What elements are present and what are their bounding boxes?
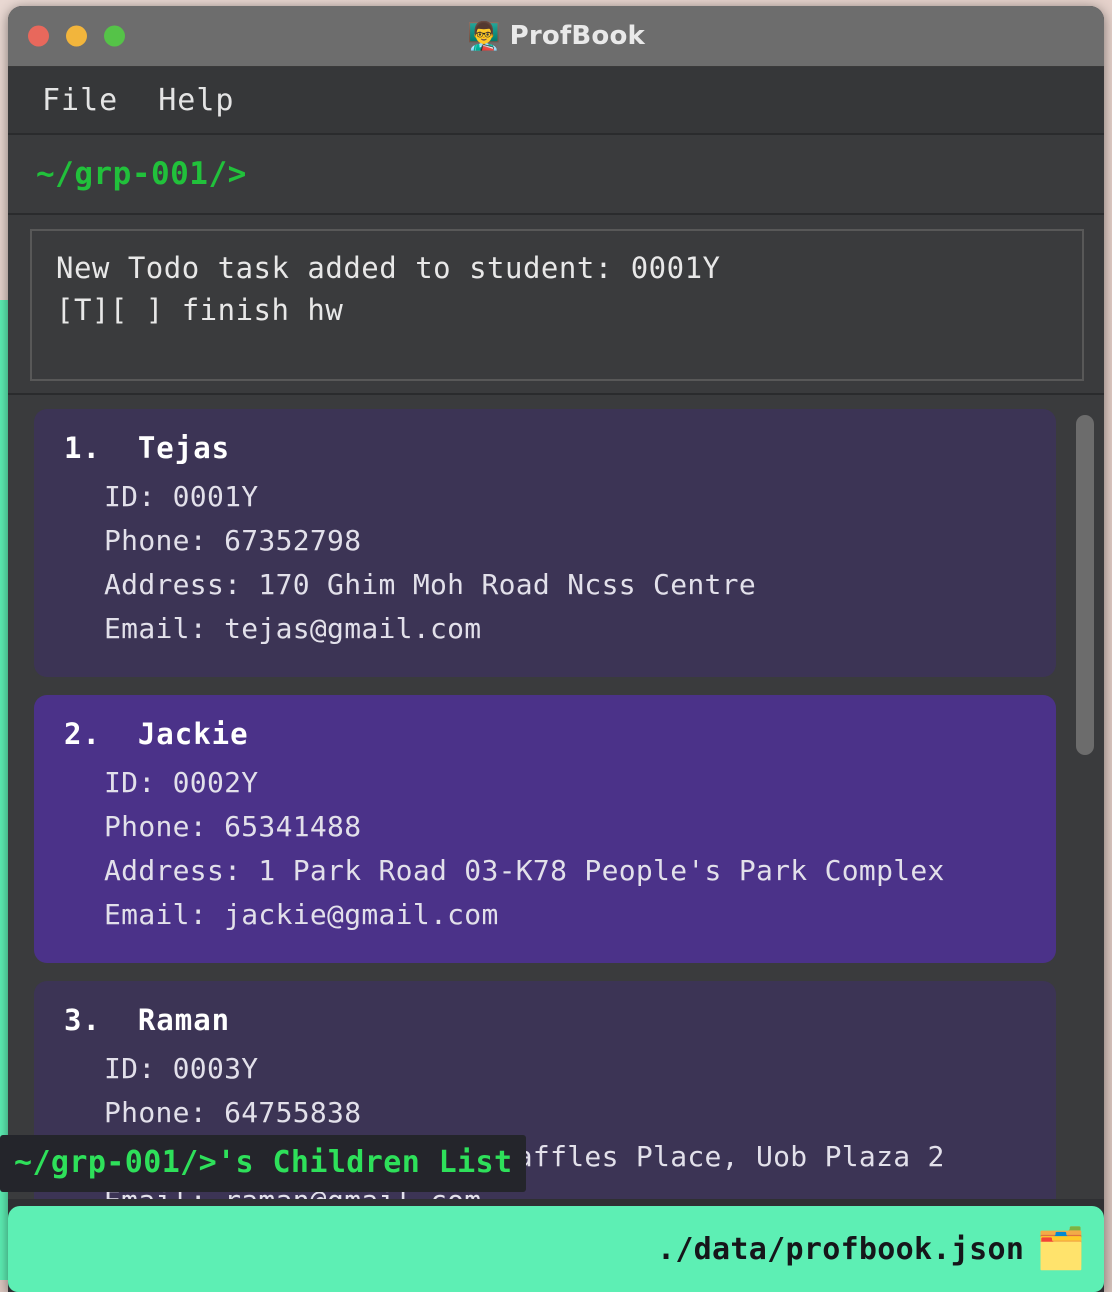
desktop-background: 👨‍🏫 ProfBook File Help ~/grp-001/> New T… — [0, 0, 1112, 1292]
profbook-window: 👨‍🏫 ProfBook File Help ~/grp-001/> New T… — [8, 6, 1104, 1292]
result-line: New Todo task added to student: 0001Y — [56, 251, 721, 285]
current-path: ~/grp-001/> — [36, 156, 247, 192]
save-file-path: ./data/profbook.json — [656, 1231, 1025, 1267]
menu-bar: File Help — [8, 67, 1104, 135]
student-list: 1. Tejas ID: 0001Y Phone: 67352798 Addre… — [8, 409, 1104, 1199]
result-line: [T][ ] finish hw — [56, 293, 344, 327]
title-group: 👨‍🏫 ProfBook — [8, 21, 1104, 51]
scrollbar-track[interactable] — [1076, 403, 1094, 1193]
student-email-row: Email: tejas@gmail.com — [104, 612, 482, 645]
menu-item-file[interactable]: File — [42, 83, 118, 118]
maximize-button[interactable] — [104, 25, 125, 47]
scrollbar-thumb[interactable] — [1076, 415, 1094, 755]
card-index-dividers-icon: 🗂️ — [1036, 1226, 1086, 1272]
result-panel: New Todo task added to student: 0001Y [T… — [8, 215, 1104, 395]
student-name: Raman — [137, 1003, 231, 1037]
tooltip-label: ~/grp-001/>'s Children List — [14, 1145, 513, 1180]
student-index: 3. — [64, 1003, 101, 1037]
student-index: 1. — [64, 431, 101, 465]
student-phone-row: Phone: 65341488 — [104, 810, 362, 843]
menu-item-help[interactable]: Help — [158, 83, 234, 118]
student-card-title: 1. Tejas — [64, 431, 1026, 465]
student-index: 2. — [64, 717, 101, 751]
window-title: ProfBook — [509, 21, 646, 51]
window-left-edge-accent — [0, 300, 8, 1280]
minimize-button[interactable] — [66, 25, 87, 47]
children-list-tooltip: ~/grp-001/>'s Children List — [0, 1135, 527, 1192]
status-bar: ./data/profbook.json 🗂️ — [8, 1206, 1104, 1292]
student-id-row: ID: 0002Y — [104, 766, 259, 799]
student-name: Tejas — [137, 431, 231, 465]
student-name: Jackie — [137, 717, 249, 751]
result-display-box: New Todo task added to student: 0001Y [T… — [30, 229, 1084, 381]
student-id-row: ID: 0003Y — [104, 1052, 259, 1085]
student-card[interactable]: 2. Jackie ID: 0002Y Phone: 65341488 Addr… — [34, 695, 1056, 963]
professor-icon: 👨‍🏫 — [466, 20, 501, 52]
student-address-row: Address: 1 Park Road 03-K78 People's Par… — [104, 854, 945, 887]
student-card-title: 2. Jackie — [64, 717, 1026, 751]
student-email-row: Email: jackie@gmail.com — [104, 898, 499, 931]
title-bar: 👨‍🏫 ProfBook — [8, 6, 1104, 67]
student-phone-row: Phone: 67352798 — [104, 524, 362, 557]
student-id-row: ID: 0001Y — [104, 480, 259, 513]
student-list-panel[interactable]: 1. Tejas ID: 0001Y Phone: 67352798 Addre… — [8, 395, 1104, 1199]
student-address-row: Address: 170 Ghim Moh Road Ncss Centre — [104, 568, 756, 601]
student-card[interactable]: 1. Tejas ID: 0001Y Phone: 67352798 Addre… — [34, 409, 1056, 677]
student-phone-row: Phone: 64755838 — [104, 1096, 362, 1129]
student-card-title: 3. Raman — [64, 1003, 1026, 1037]
window-controls — [28, 25, 125, 47]
path-bar: ~/grp-001/> — [8, 135, 1104, 215]
close-button[interactable] — [28, 25, 49, 47]
